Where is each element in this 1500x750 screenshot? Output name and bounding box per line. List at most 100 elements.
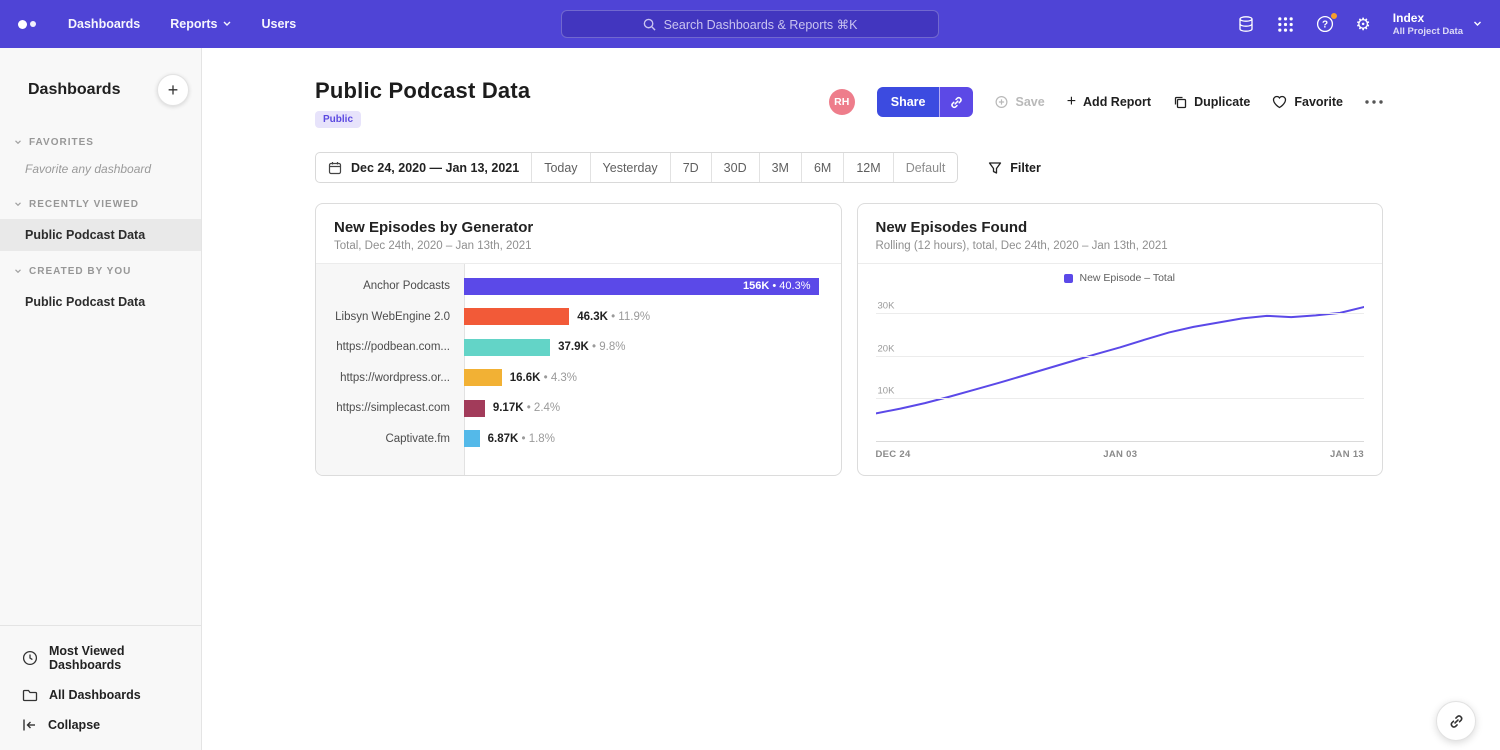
preset-12m[interactable]: 12M bbox=[843, 153, 892, 182]
bar-rows: Anchor Podcasts156K • 40.3%Libsyn WebEng… bbox=[316, 271, 841, 454]
bar-category-label: https://podbean.com... bbox=[316, 341, 464, 353]
bar-row: https://wordpress.or...16.6K • 4.3% bbox=[316, 363, 841, 394]
project-name: Index bbox=[1393, 11, 1463, 27]
preset-30d[interactable]: 30D bbox=[711, 153, 759, 182]
card-subtitle: Rolling (12 hours), total, Dec 24th, 202… bbox=[876, 240, 1365, 252]
bar-row: Anchor Podcasts156K • 40.3% bbox=[316, 271, 841, 302]
preset-default[interactable]: Default bbox=[893, 153, 958, 182]
chart-legend: New Episode – Total bbox=[876, 272, 1365, 284]
sidebar-item-public-podcast-data-created[interactable]: Public Podcast Data bbox=[0, 286, 201, 318]
x-axis-labels: DEC 24 JAN 03 JAN 13 bbox=[876, 442, 1365, 467]
report-card-episodes-found: New Episodes Found Rolling (12 hours), t… bbox=[857, 203, 1384, 476]
public-badge: Public bbox=[315, 111, 361, 128]
share-group: Share bbox=[877, 87, 974, 117]
footer-item-label: Collapse bbox=[48, 718, 100, 732]
bar-value-label: 9.17K • 2.4% bbox=[493, 402, 560, 414]
bookmark-icon bbox=[995, 95, 1008, 109]
avatar[interactable]: RH bbox=[829, 89, 855, 115]
section-recently-viewed[interactable]: RECENTLY VIEWED bbox=[0, 184, 201, 219]
preset-today[interactable]: Today bbox=[531, 153, 589, 182]
report-card-episodes-by-generator: New Episodes by Generator Total, Dec 24t… bbox=[315, 203, 842, 476]
bar[interactable] bbox=[464, 400, 485, 417]
chevron-down-icon bbox=[14, 269, 22, 274]
y-tick: 10K bbox=[878, 386, 895, 397]
gridline bbox=[876, 356, 1365, 357]
data-sources-icon[interactable] bbox=[1237, 15, 1255, 33]
more-dots-icon bbox=[1365, 100, 1383, 104]
bar[interactable] bbox=[464, 339, 550, 356]
bar-row: Captivate.fm 6.87K • 1.8% bbox=[316, 424, 841, 455]
share-button[interactable]: Share bbox=[877, 87, 940, 117]
nav-dashboards[interactable]: Dashboards bbox=[68, 17, 140, 31]
page-title: Public Podcast Data bbox=[315, 78, 530, 104]
date-range-label: Dec 24, 2020 — Jan 13, 2021 bbox=[351, 161, 519, 175]
more-options-button[interactable] bbox=[1365, 100, 1383, 104]
topbar: Dashboards Reports Users Search Dashboar… bbox=[0, 0, 1500, 48]
floating-link-button[interactable] bbox=[1436, 701, 1476, 741]
date-controls: Dec 24, 2020 — Jan 13, 2021 Today Yester… bbox=[315, 152, 1383, 183]
apps-grid-icon[interactable] bbox=[1277, 16, 1294, 33]
add-dashboard-button[interactable]: + bbox=[157, 74, 189, 106]
bar-row: https://simplecast.com 9.17K • 2.4% bbox=[316, 393, 841, 424]
save-button[interactable]: Save bbox=[995, 95, 1044, 109]
add-report-label: Add Report bbox=[1083, 95, 1151, 109]
help-icon[interactable]: ? bbox=[1316, 15, 1334, 33]
bar[interactable] bbox=[464, 430, 480, 447]
search-icon bbox=[643, 18, 656, 31]
preset-7d[interactable]: 7D bbox=[670, 153, 711, 182]
preset-6m[interactable]: 6M bbox=[801, 153, 843, 182]
line-chart-svg[interactable] bbox=[876, 292, 1365, 441]
settings-icon[interactable]: ⚙ bbox=[1356, 16, 1371, 33]
sidebar-item-public-podcast-data[interactable]: Public Podcast Data bbox=[0, 219, 201, 251]
folder-icon bbox=[22, 688, 38, 702]
plus-icon: + bbox=[1067, 94, 1076, 110]
preset-3m[interactable]: 3M bbox=[759, 153, 801, 182]
link-icon bbox=[1448, 713, 1465, 730]
bar-track: 156K • 40.3% bbox=[464, 278, 841, 295]
copy-link-button[interactable] bbox=[939, 87, 973, 117]
bar-value-label: 37.9K • 9.8% bbox=[558, 341, 625, 353]
bar-value-label: 6.87K • 1.8% bbox=[488, 433, 555, 445]
favorite-button[interactable]: Favorite bbox=[1272, 95, 1343, 109]
collapse-sidebar[interactable]: Collapse bbox=[0, 710, 201, 740]
chevron-down-icon bbox=[14, 202, 22, 207]
section-label: CREATED BY YOU bbox=[29, 266, 131, 277]
bar-category-label: https://simplecast.com bbox=[316, 402, 464, 414]
bar[interactable] bbox=[464, 369, 502, 386]
calendar-icon bbox=[328, 161, 342, 175]
add-report-button[interactable]: + Add Report bbox=[1067, 94, 1151, 110]
card-title: New Episodes Found bbox=[876, 219, 1365, 236]
nav-reports[interactable]: Reports bbox=[170, 17, 231, 31]
bar[interactable] bbox=[464, 308, 569, 325]
most-viewed-dashboards[interactable]: Most Viewed Dashboards bbox=[0, 636, 201, 680]
section-created-by-you[interactable]: CREATED BY YOU bbox=[0, 251, 201, 286]
logo-dot bbox=[30, 21, 36, 27]
filter-button[interactable]: Filter bbox=[988, 161, 1041, 175]
all-dashboards[interactable]: All Dashboards bbox=[0, 680, 201, 710]
nav-users-label: Users bbox=[261, 17, 296, 31]
bar-value-label: 156K • 40.3% bbox=[743, 280, 818, 292]
bar-category-label: Captivate.fm bbox=[316, 433, 464, 445]
bar-chart: Anchor Podcasts156K • 40.3%Libsyn WebEng… bbox=[316, 264, 841, 475]
date-range-picker[interactable]: Dec 24, 2020 — Jan 13, 2021 bbox=[316, 153, 531, 182]
preset-yesterday[interactable]: Yesterday bbox=[590, 153, 670, 182]
bar-row: Libsyn WebEngine 2.046.3K • 11.9% bbox=[316, 302, 841, 333]
bar[interactable]: 156K • 40.3% bbox=[464, 278, 819, 295]
header-actions: RH Share Save + Add Report bbox=[829, 78, 1383, 117]
favorite-label: Favorite bbox=[1294, 95, 1343, 109]
app-logo[interactable] bbox=[18, 20, 36, 29]
link-icon bbox=[949, 95, 964, 110]
section-favorites[interactable]: FAVORITES bbox=[0, 122, 201, 157]
bar-category-label: Libsyn WebEngine 2.0 bbox=[316, 311, 464, 323]
card-title: New Episodes by Generator bbox=[334, 219, 823, 236]
card-subtitle: Total, Dec 24th, 2020 – Jan 13th, 2021 bbox=[334, 240, 823, 252]
legend-label: New Episode – Total bbox=[1079, 272, 1175, 284]
logo-dot bbox=[18, 20, 27, 29]
nav-users[interactable]: Users bbox=[261, 17, 296, 31]
search-input[interactable]: Search Dashboards & Reports ⌘K bbox=[561, 10, 939, 38]
duplicate-button[interactable]: Duplicate bbox=[1173, 95, 1250, 109]
project-switcher[interactable]: Index All Project Data bbox=[1393, 11, 1482, 38]
section-label: FAVORITES bbox=[29, 137, 94, 148]
line-plot: 10K20K30K bbox=[876, 292, 1365, 442]
bar-category-label: https://wordpress.or... bbox=[316, 372, 464, 384]
